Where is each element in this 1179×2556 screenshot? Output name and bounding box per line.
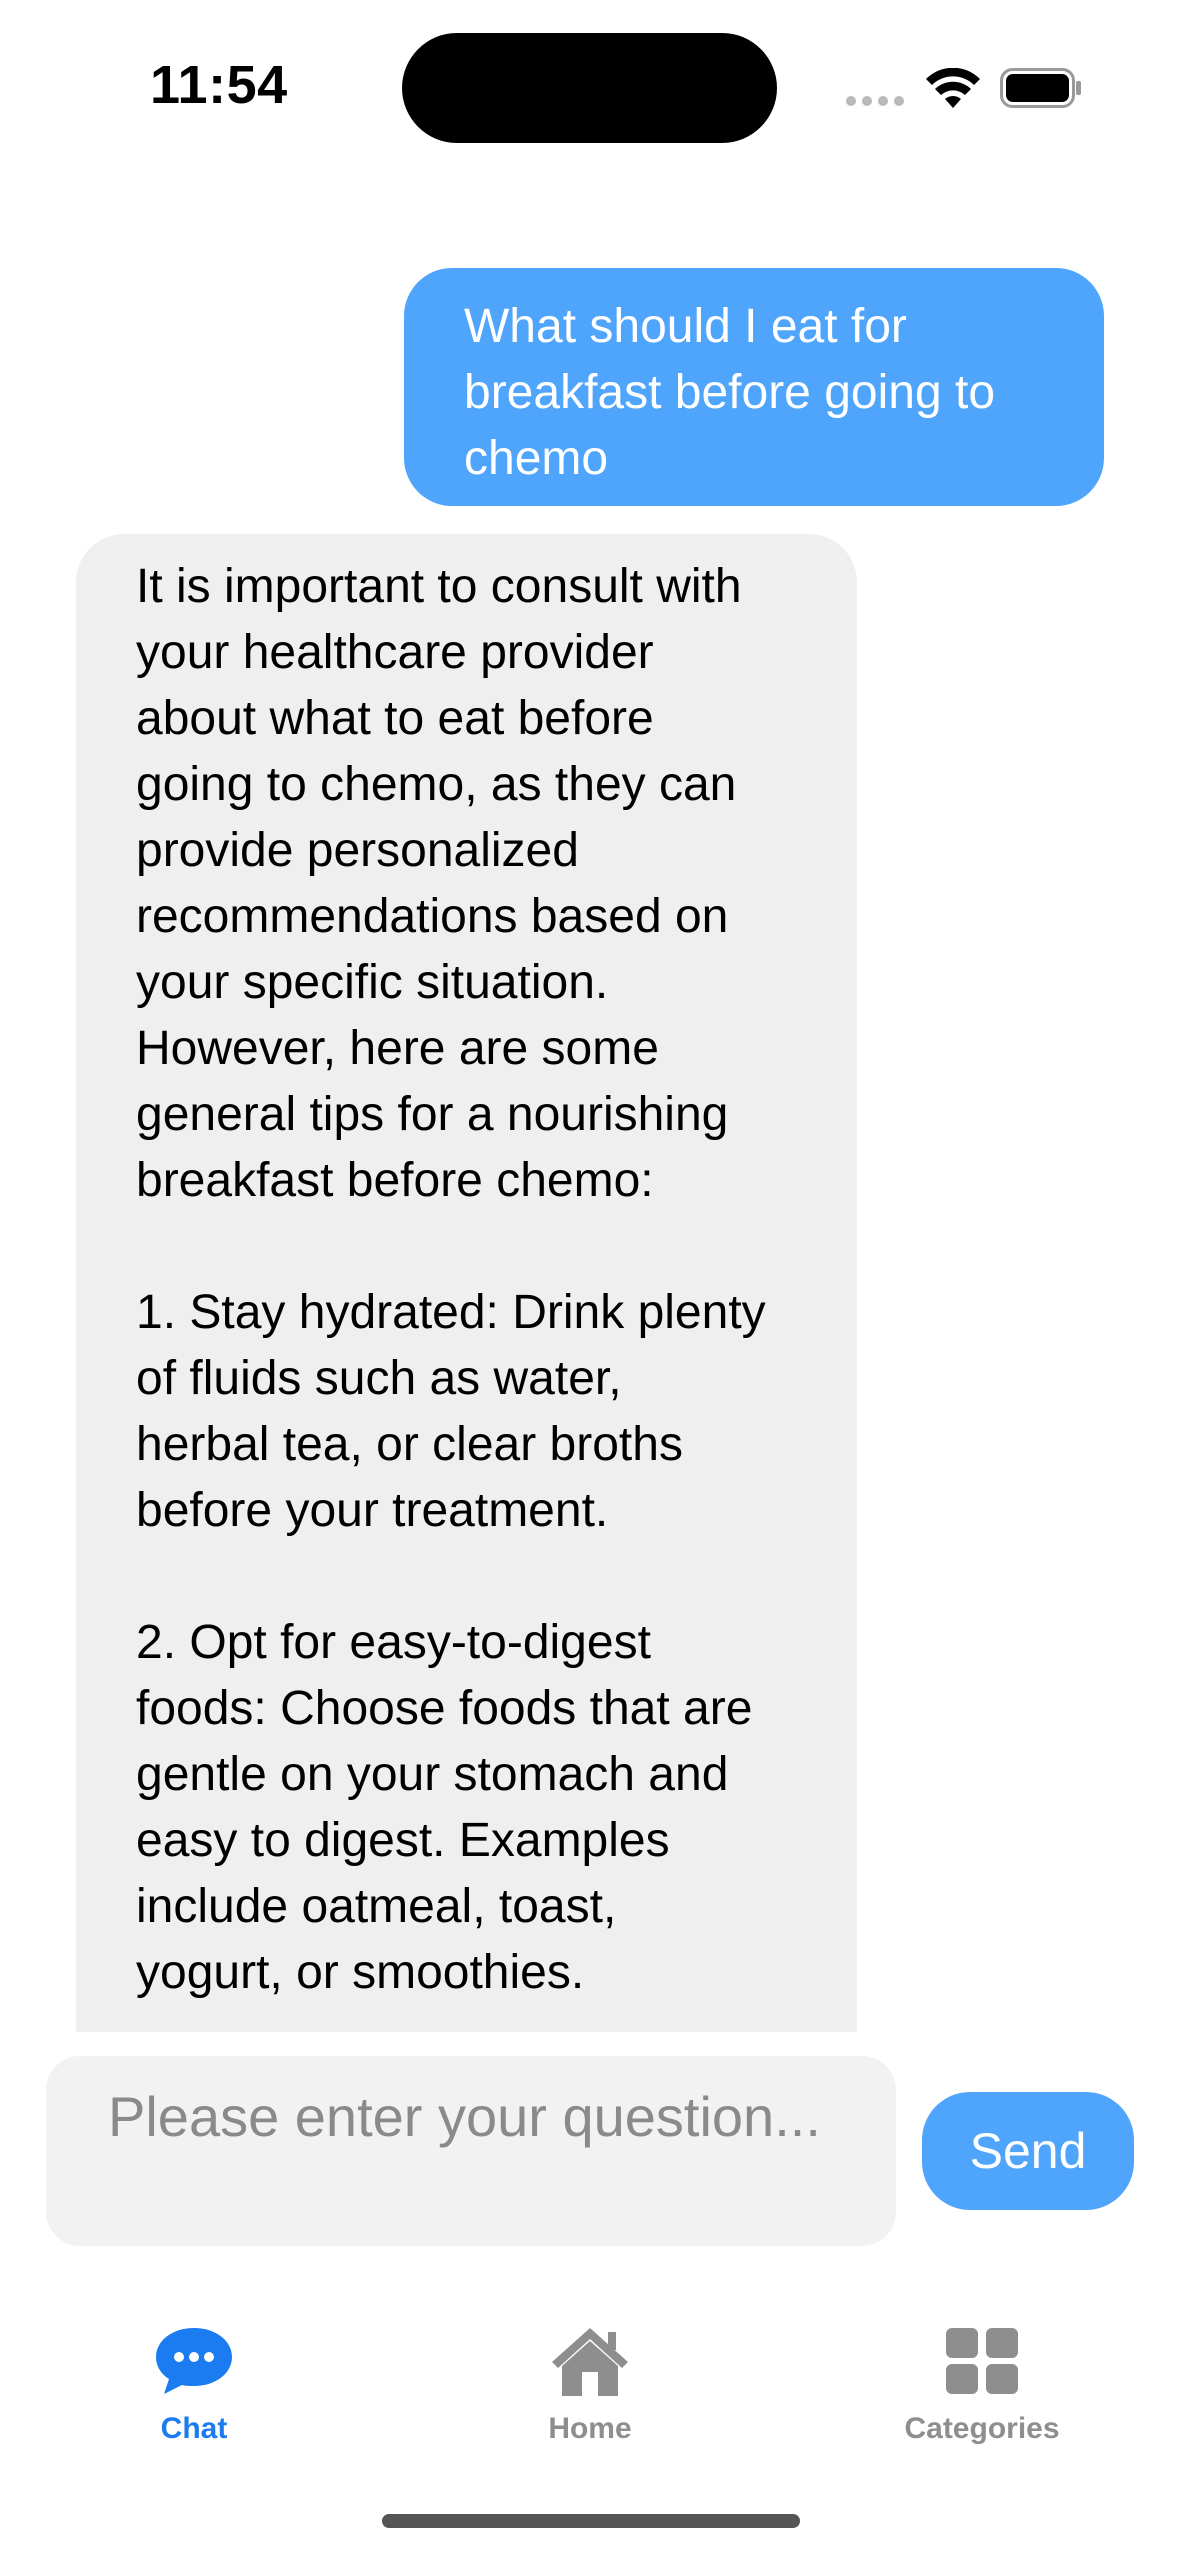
tab-bar: Chat Home Categories [0,2300,1179,2480]
battery-icon [1000,68,1081,108]
home-indicator [382,2514,800,2528]
tab-categories-label: Categories [904,2412,1060,2445]
user-message-bubble: What should I eat for breakfast before g… [404,268,1104,506]
wifi-icon [926,68,980,108]
grid-icon [946,2328,1018,2394]
dynamic-island [402,33,777,143]
tab-chat-label: Chat [160,2412,228,2445]
composer-bar: Send [0,2032,1179,2262]
tab-home[interactable]: Home [440,2300,740,2460]
bot-message-bubble: It is important to consult with your hea… [76,534,857,2034]
cellular-signal-icon [846,96,904,106]
tab-categories[interactable]: Categories [832,2300,1132,2460]
tab-chat[interactable]: Chat [44,2300,344,2460]
question-input[interactable] [46,2056,896,2246]
house-icon [552,2328,628,2396]
send-button[interactable]: Send [922,2092,1134,2210]
tab-home-label: Home [548,2412,632,2445]
status-time: 11:54 [150,55,288,115]
chat-screen: 11:54 What should I eat for breakfast be… [0,0,1179,2556]
chat-bubble-icon [156,2328,232,2394]
